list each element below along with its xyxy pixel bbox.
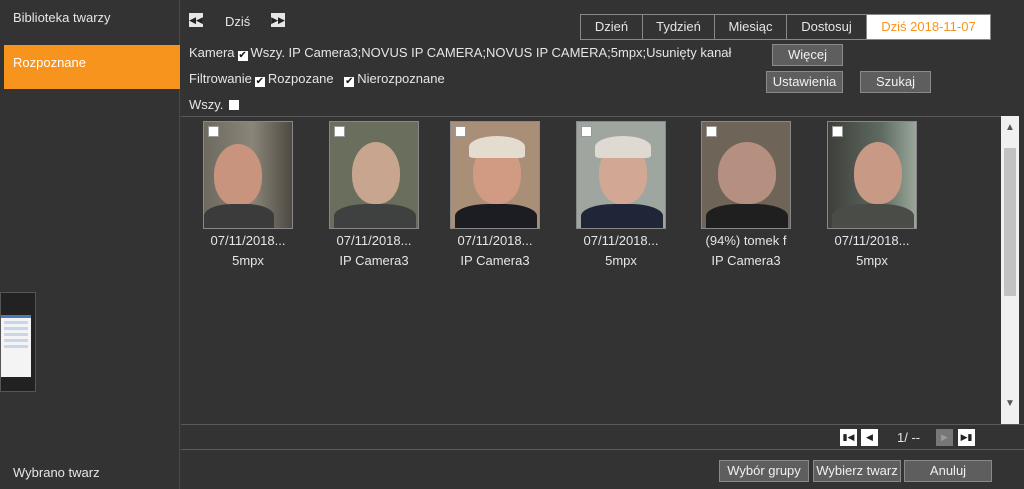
tab-custom[interactable]: Dostosuj [787, 15, 867, 39]
face-select-checkbox[interactable] [208, 126, 219, 137]
camera-label: Kamera [189, 45, 235, 60]
face-date: 07/11/2018... [457, 233, 533, 248]
scroll-up-icon[interactable]: ▲ [1001, 120, 1019, 136]
face-camera: IP Camera3 [460, 253, 530, 268]
sidebar-selected-face-label: Wybrano twarz [13, 465, 100, 480]
previous-day-icon[interactable]: ◀◀ [189, 13, 203, 27]
tab-week[interactable]: Tydzień [643, 15, 715, 39]
results-scrollbar[interactable]: ▲ ▼ [1001, 116, 1019, 424]
face-date: 07/11/2018... [583, 233, 659, 248]
face-thumbnail[interactable] [329, 121, 419, 229]
face-thumbnail[interactable] [701, 121, 791, 229]
filtering-row: Filtrowanie ✔ Rozpozane ✔ Nierozpoznane [189, 71, 445, 87]
face-camera: 5mpx [232, 253, 264, 268]
camera-checkbox[interactable]: ✔ [237, 51, 248, 61]
recognized-checkbox[interactable]: ✔ [254, 77, 265, 87]
face-thumbnail[interactable] [576, 121, 666, 229]
bottom-actions: Wybór grupy Wybierz twarz Anuluj [181, 451, 1024, 489]
camera-value[interactable]: Wszy. IP Camera3;NOVUS IP CAMERA;NOVUS I… [251, 45, 732, 60]
face-select-checkbox[interactable] [455, 126, 466, 137]
face-date: 07/11/2018... [336, 233, 412, 248]
settings-button[interactable]: Ustawienia [766, 71, 843, 93]
face-select-checkbox[interactable] [334, 126, 345, 137]
tab-month[interactable]: Miesiąc [715, 15, 787, 39]
face-select-checkbox[interactable] [581, 126, 592, 137]
date-range-tabs: Dzień Tydzień Miesiąc Dostosuj Dziś 2018… [580, 14, 991, 40]
select-all-checkbox[interactable] [229, 100, 240, 110]
face-results-grid: 07/11/2018... 5mpx 07/11/2018... IP Came… [181, 116, 1001, 424]
page-number: 1/ -- [897, 430, 921, 445]
group-select-button[interactable]: Wybór grupy [719, 460, 809, 482]
today-label: Dziś [225, 14, 251, 29]
face-select-checkbox[interactable] [832, 126, 843, 137]
sidebar-item-recognized[interactable]: Rozpoznane [4, 45, 180, 89]
scroll-down-icon[interactable]: ▼ [1001, 396, 1019, 412]
pagination-bar: ▮◀ ◀ 1/ -- ▶ ▶▮ [181, 424, 1024, 450]
choose-face-button[interactable]: Wybierz twarz [813, 460, 901, 482]
face-match-label: (94%) tomek f [705, 233, 787, 248]
face-date: 07/11/2018... [210, 233, 286, 248]
select-all-label: Wszy. [189, 97, 224, 112]
unrecognized-label: Nierozpoznane [357, 71, 445, 86]
sidebar-item-face-library[interactable]: Biblioteka twarzy [4, 0, 180, 44]
window-preview-image [1, 315, 31, 377]
unrecognized-checkbox[interactable]: ✔ [344, 77, 355, 87]
camera-filter-row: Kamera ✔ Wszy. IP Camera3;NOVUS IP CAMERA;… [189, 45, 731, 61]
face-thumbnail[interactable] [450, 121, 540, 229]
filtering-label: Filtrowanie [189, 71, 252, 86]
first-page-icon[interactable]: ▮◀ [840, 429, 857, 446]
filter-panel: ◀◀ Dziś ▶▶ Kamera ✔ Wszy. IP Camera3;NOVUS… [181, 0, 1024, 116]
sidebar: Biblioteka twarzy Rozpoznane Wybrano twa… [0, 0, 180, 489]
tab-today-date[interactable]: Dziś 2018-11-07 [867, 15, 990, 39]
search-button[interactable]: Szukaj [860, 71, 931, 93]
face-camera: 5mpx [856, 253, 888, 268]
next-page-icon[interactable]: ▶ [936, 429, 953, 446]
face-select-checkbox[interactable] [706, 126, 717, 137]
face-camera: 5mpx [605, 253, 637, 268]
face-thumbnail[interactable] [827, 121, 917, 229]
window-preview-thumbnail [0, 292, 36, 392]
last-page-icon[interactable]: ▶▮ [958, 429, 975, 446]
face-camera: IP Camera3 [339, 253, 409, 268]
select-all-row: Wszy. [189, 97, 242, 112]
face-date: 07/11/2018... [834, 233, 910, 248]
scrollbar-thumb[interactable] [1004, 148, 1016, 296]
cancel-button[interactable]: Anuluj [904, 460, 992, 482]
face-camera: IP Camera3 [711, 253, 781, 268]
next-day-icon[interactable]: ▶▶ [271, 13, 285, 27]
recognized-label: Rozpozane [267, 71, 334, 86]
face-thumbnail[interactable] [203, 121, 293, 229]
more-button[interactable]: Więcej [772, 44, 843, 66]
previous-page-icon[interactable]: ◀ [861, 429, 878, 446]
tab-day[interactable]: Dzień [581, 15, 643, 39]
